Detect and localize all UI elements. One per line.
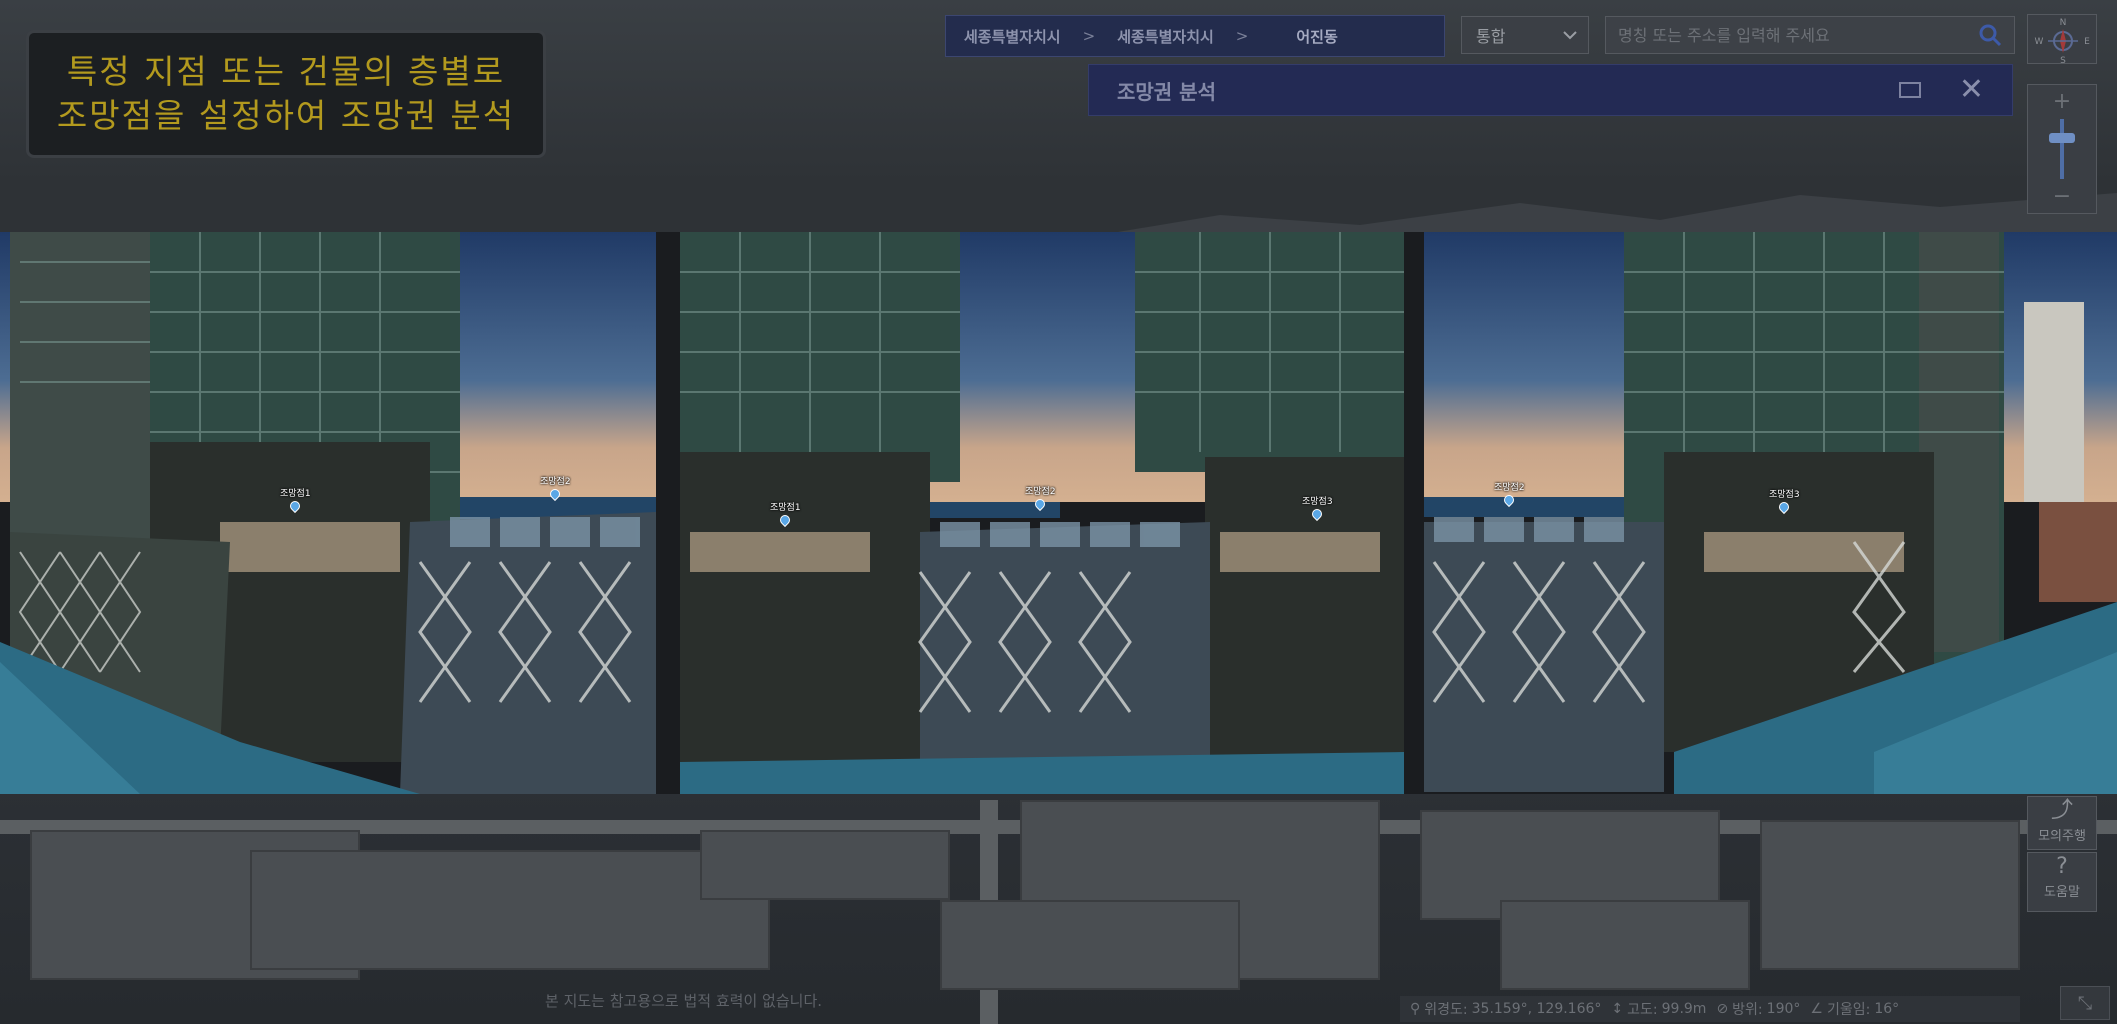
- compass-widget[interactable]: N S W E: [2027, 14, 2097, 66]
- breadcrumb-separator: >: [1235, 27, 1249, 45]
- viewpoint-marker[interactable]: 조망점1: [280, 486, 311, 514]
- viewpoint-label: 조망점2: [540, 477, 571, 487]
- map-pin-icon: [1033, 496, 1048, 512]
- viewpoint-marker[interactable]: 조망점1: [770, 500, 801, 528]
- viewpoint-label: 조망점2: [1025, 487, 1056, 497]
- tilt-icon: ∠: [1810, 1001, 1823, 1017]
- viewshed-view-2[interactable]: 조망점1 조망점2 조망점3: [680, 232, 1404, 794]
- coord-value: 35.159°, 129.166°: [1471, 1001, 1602, 1017]
- close-icon[interactable]: ✕: [1959, 75, 1984, 105]
- coord-label: 위경도:: [1424, 1002, 1468, 1018]
- viewpoint-marker[interactable]: 조망점3: [1769, 487, 1800, 515]
- status-bar: ⚲ 위경도: 35.159°, 129.166° ↕ 고도: 99.9m ⊘ 방…: [1400, 996, 2020, 1022]
- route-icon: ⤴: [2050, 798, 2073, 823]
- heading-readout: ⊘ 방위: 190°: [1716, 999, 1800, 1019]
- compass-n: N: [2060, 18, 2067, 28]
- viewpoint-marker[interactable]: 조망점2: [1025, 484, 1056, 512]
- altitude-readout: ↕ 고도: 99.9m: [1611, 999, 1706, 1019]
- map-disclaimer: 본 지도는 참고용으로 법적 효력이 없습니다.: [545, 992, 823, 1010]
- altitude-label: 고도:: [1627, 1002, 1658, 1018]
- heading-icon: ⊘: [1716, 1001, 1729, 1017]
- simulation-drive-button[interactable]: ⤴ 모의주행: [2027, 796, 2097, 850]
- zoom-slider[interactable]: [2049, 119, 2075, 179]
- compass-icon: N S W E: [2035, 18, 2091, 66]
- coordinate-readout: ⚲ 위경도: 35.159°, 129.166°: [1410, 999, 1601, 1019]
- altitude-value: 99.9m: [1661, 1001, 1707, 1017]
- breadcrumb: 세종특별자치시 > 세종특별자치시 > 어진동: [945, 15, 1445, 57]
- breadcrumb-level1[interactable]: 세종특별자치시: [964, 26, 1061, 47]
- search-scope-value: 통합: [1476, 27, 1506, 46]
- viewshed-result-strip: 조망점1 조망점2 조망점1 조망점2 조망점3 조망점2 조망점3: [0, 232, 2117, 794]
- caption-line-1: 특정 지점 또는 건물의 층별로: [66, 52, 506, 91]
- viewpoint-marker[interactable]: 조망점2: [540, 474, 571, 502]
- caption-line-2: 조망점을 설정하여 조망권 분석: [56, 96, 516, 135]
- help-icon: ?: [2056, 854, 2068, 879]
- fullscreen-icon[interactable]: ⤡: [2060, 986, 2110, 1020]
- map-viewer[interactable]: 특정 지점 또는 건물의 층별로 조망점을 설정하여 조망권 분석 세종특별자치…: [0, 0, 2117, 1024]
- tilt-readout: ∠ 기울임: 16°: [1810, 999, 1899, 1019]
- heading-value: 190°: [1766, 1001, 1801, 1017]
- chevron-down-icon: [1563, 31, 1577, 40]
- zoom-slider-thumb[interactable]: [2049, 133, 2075, 143]
- search-icon[interactable]: [1978, 23, 2002, 47]
- altitude-icon: ↕: [1611, 1001, 1624, 1017]
- breadcrumb-level2[interactable]: 세종특별자치시: [1117, 26, 1214, 47]
- map-pin-icon: [548, 486, 563, 502]
- viewpoint-label: 조망점1: [770, 503, 801, 513]
- viewshed-view-1[interactable]: 조망점1 조망점2: [0, 232, 656, 794]
- tilt-label: 기울임:: [1826, 1002, 1871, 1018]
- maximize-icon[interactable]: [1898, 82, 1921, 98]
- location-pin-icon: ⚲: [1410, 1001, 1421, 1017]
- compass-e: E: [2084, 37, 2090, 47]
- zoom-out-button[interactable]: −: [2053, 184, 2071, 209]
- compass-w: W: [2035, 37, 2044, 47]
- map-pin-icon: [1777, 499, 1792, 515]
- map-pin-icon: [1310, 506, 1325, 522]
- heading-label: 방위:: [1732, 1002, 1763, 1018]
- compass-s: S: [2060, 56, 2066, 65]
- viewpoint-marker[interactable]: 조망점3: [1302, 494, 1333, 522]
- map-pin-icon: [1502, 492, 1517, 508]
- map-pin-icon: [288, 498, 303, 514]
- panel-title: 조망권 분석: [1117, 79, 1216, 104]
- search-scope-select[interactable]: 통합: [1461, 16, 1589, 54]
- help-label: 도움말: [2044, 885, 2080, 900]
- search-input[interactable]: [1618, 25, 1978, 45]
- viewpoint-label: 조망점3: [1302, 497, 1333, 507]
- viewpoint-marker[interactable]: 조망점2: [1494, 480, 1525, 508]
- help-button[interactable]: ? 도움말: [2027, 852, 2097, 912]
- zoom-control: + −: [2027, 84, 2097, 214]
- tilt-value: 16°: [1874, 1001, 1900, 1017]
- viewpoint-label: 조망점1: [280, 489, 311, 499]
- viewshed-view-3[interactable]: 조망점2 조망점3: [1424, 232, 2117, 794]
- caption-box: 특정 지점 또는 건물의 층별로 조망점을 설정하여 조망권 분석: [26, 30, 546, 158]
- simulation-drive-label: 모의주행: [2038, 829, 2086, 844]
- viewpoint-label: 조망점3: [1769, 490, 1800, 500]
- viewpoint-label: 조망점2: [1494, 483, 1525, 493]
- analysis-panel-header: 조망권 분석 ✕: [1088, 64, 2013, 116]
- breadcrumb-level3[interactable]: 어진동: [1296, 26, 1337, 47]
- search-bar: [1605, 16, 2015, 54]
- map-pin-icon: [778, 512, 793, 528]
- breadcrumb-separator: >: [1082, 27, 1096, 45]
- zoom-in-button[interactable]: +: [2053, 89, 2071, 114]
